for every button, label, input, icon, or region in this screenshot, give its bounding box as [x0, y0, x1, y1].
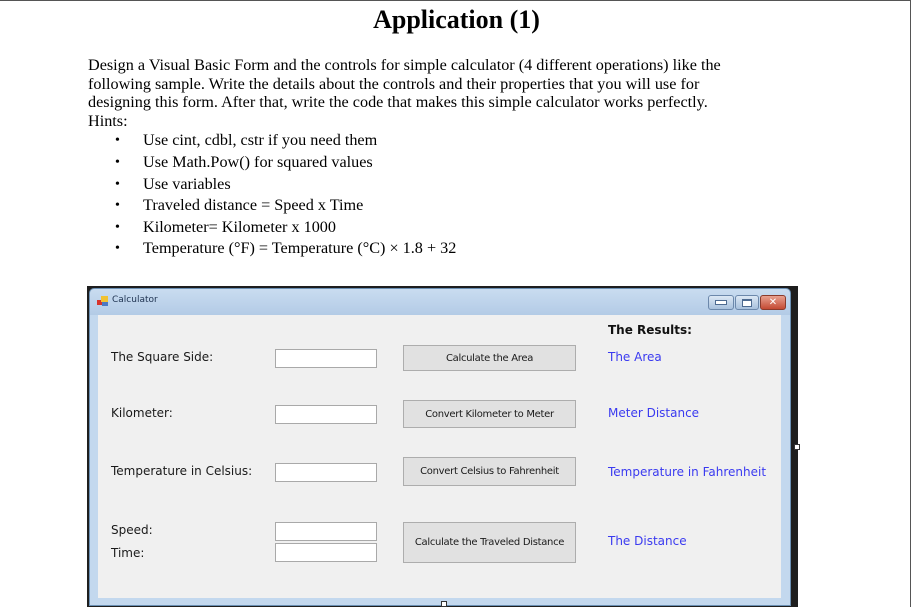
hint-item: • Use Math.Pow() for squared values	[88, 152, 808, 174]
resize-handle-bottom[interactable]	[441, 601, 447, 607]
resize-handle-right[interactable]	[794, 444, 800, 450]
minimize-icon	[715, 300, 727, 305]
hint-item: • Use variables	[88, 174, 808, 196]
meter-result-label: Meter Distance	[608, 406, 700, 420]
bullet-icon: •	[115, 219, 120, 235]
hint-item: • Use cint, cdbl, cstr if you need them	[88, 130, 808, 152]
intro-line: designing this form. After that, write t…	[88, 93, 708, 112]
time-input[interactable]	[275, 543, 377, 562]
square-side-label: The Square Side:	[111, 350, 214, 364]
maximize-icon	[742, 298, 752, 307]
kilometer-input[interactable]	[275, 405, 377, 424]
close-icon: ✕	[768, 296, 778, 308]
hint-item: • Kilometer= Kilometer x 1000	[88, 217, 808, 239]
hint-text: Use Math.Pow() for squared values	[143, 152, 373, 171]
convert-celsius-button[interactable]: Convert Celsius to Fahrenheit	[403, 457, 576, 486]
convert-km-button[interactable]: Convert Kilometer to Meter	[403, 400, 576, 428]
speed-label: Speed:	[111, 523, 153, 537]
minimize-button[interactable]	[708, 295, 734, 310]
maximize-button[interactable]	[735, 295, 759, 310]
distance-result-label: The Distance	[608, 534, 687, 548]
area-result-label: The Area	[608, 350, 662, 364]
calculate-distance-button[interactable]: Calculate the Traveled Distance	[403, 522, 576, 563]
bullet-icon: •	[115, 154, 120, 170]
celsius-label: Temperature in Celsius:	[111, 464, 253, 478]
hints-heading: Hints:	[88, 111, 128, 130]
time-label: Time:	[111, 546, 145, 560]
hint-item: • Traveled distance = Speed x Time	[88, 195, 808, 217]
window-titlebar[interactable]: Calculator ✕	[90, 289, 790, 315]
close-button[interactable]: ✕	[760, 295, 786, 310]
kilometer-label: Kilometer:	[111, 406, 173, 420]
hint-text: Kilometer= Kilometer x 1000	[143, 217, 336, 236]
hint-item: • Temperature (°F) = Temperature (°C) × 1…	[88, 238, 808, 260]
hint-text: Traveled distance = Speed x Time	[143, 196, 364, 215]
hints-list: • Use cint, cdbl, cstr if you need them •…	[88, 130, 808, 260]
hint-text: Use variables	[143, 174, 231, 193]
celsius-input[interactable]	[275, 463, 377, 482]
bullet-icon: •	[115, 241, 120, 257]
calculate-area-button[interactable]: Calculate the Area	[403, 345, 576, 371]
window-title: Calculator	[112, 295, 158, 305]
form-client-area: The Results: The Square Side: Calculate …	[98, 315, 781, 598]
results-header: The Results:	[608, 323, 692, 337]
document-title: Application (1)	[373, 5, 540, 34]
hint-text: Use cint, cdbl, cstr if you need them	[143, 131, 378, 150]
intro-line: Design a Visual Basic Form and the contr…	[88, 56, 721, 74]
bullet-icon: •	[115, 198, 120, 214]
bullet-icon: •	[115, 176, 120, 192]
bullet-icon: •	[115, 133, 120, 149]
document-body: Design a Visual Basic Form and the contr…	[88, 56, 808, 260]
calculator-window: Calculator ✕ The Results: The Square Sid…	[89, 288, 791, 606]
intro-line: following sample. Write the details abou…	[88, 74, 700, 93]
hint-text: Temperature (°F) = Temperature (°C) × 1.…	[143, 239, 457, 258]
fahrenheit-result-label: Temperature in Fahrenheit	[608, 465, 767, 479]
square-side-input[interactable]	[275, 349, 377, 368]
speed-input[interactable]	[275, 522, 377, 541]
form-app-icon	[97, 296, 108, 306]
